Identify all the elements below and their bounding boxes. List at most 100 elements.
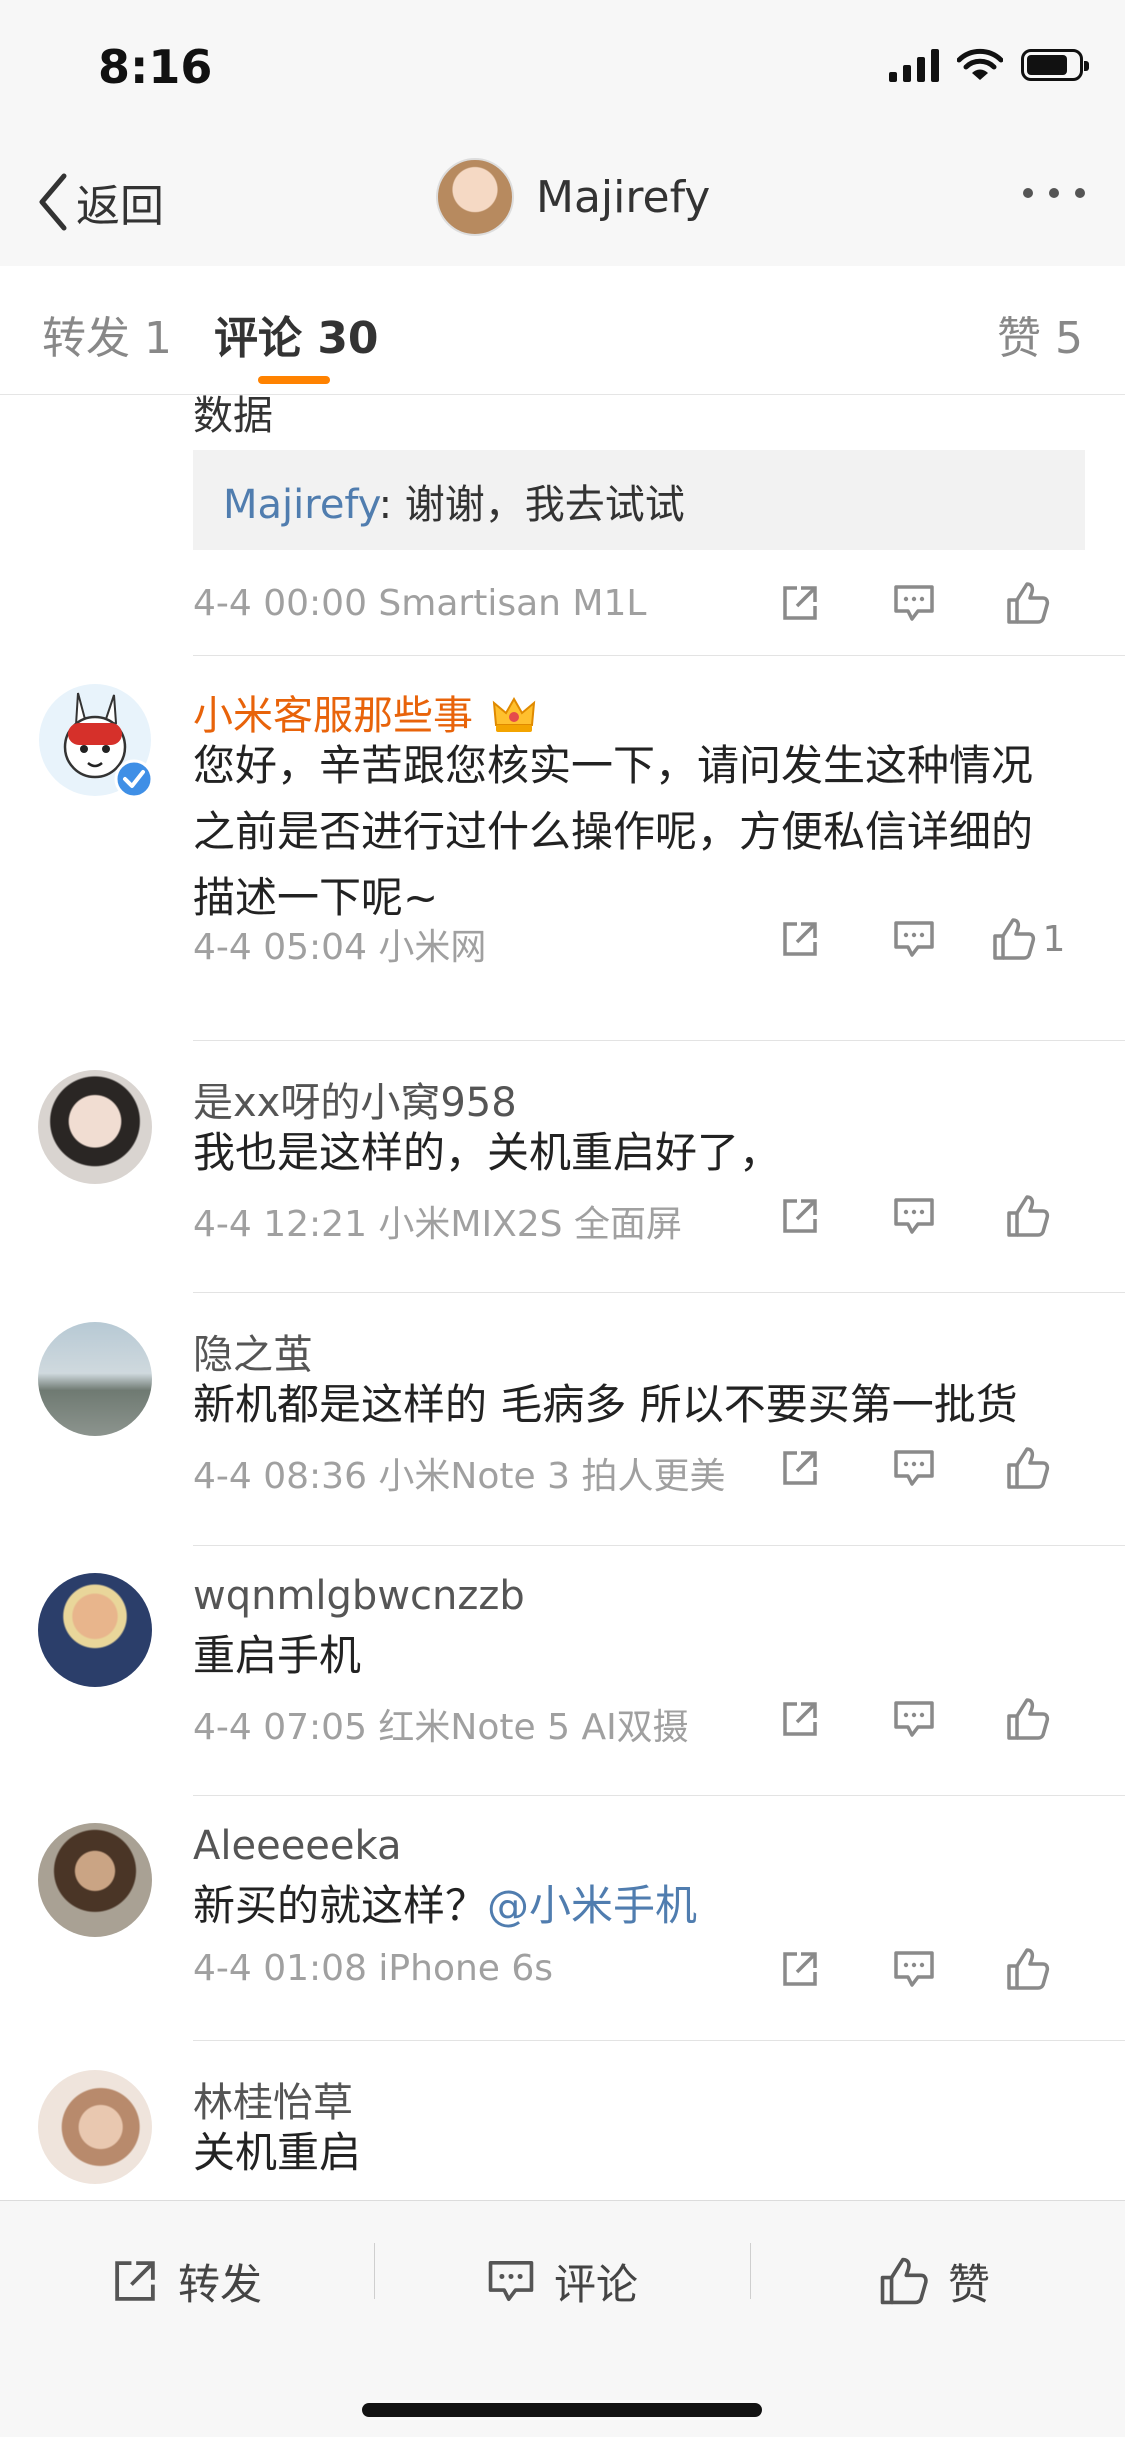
comment-meta: 4-4 07:05 红米Note 5 AI双摄 bbox=[193, 1707, 689, 1748]
comment-actions bbox=[743, 577, 1085, 629]
like-button[interactable]: 1 bbox=[971, 913, 1085, 965]
divider bbox=[193, 1795, 1125, 1796]
share-icon bbox=[783, 586, 817, 620]
repost-button[interactable] bbox=[743, 577, 857, 629]
cellular-signal-icon bbox=[889, 48, 939, 82]
home-indicator[interactable] bbox=[362, 2403, 762, 2417]
like-button[interactable]: 赞 bbox=[878, 2241, 990, 2321]
chevron-left-icon bbox=[39, 173, 67, 231]
comment-meta: 4-4 08:36 小米Note 3 拍人更美 bbox=[193, 1456, 726, 1497]
comment-actions bbox=[743, 1943, 1085, 1995]
repost-button[interactable] bbox=[743, 1190, 857, 1242]
page-title: Majirefy bbox=[536, 171, 711, 223]
bottom-action-bar: 转发 评论 赞 bbox=[0, 2200, 1125, 2437]
avatar[interactable] bbox=[38, 2070, 152, 2184]
repost-button[interactable] bbox=[743, 1943, 857, 1995]
divider bbox=[750, 2243, 751, 2299]
like-button[interactable] bbox=[971, 1943, 1085, 1995]
comment-text: 您好，辛苦跟您核实一下，请问发生这种情况之前是否进行过什么操作呢，方便私信详细的… bbox=[193, 741, 1034, 922]
tab-comments[interactable]: 评论 30 bbox=[214, 302, 379, 366]
like-button[interactable] bbox=[971, 1190, 1085, 1242]
reply-quote[interactable]: Majirefy: 谢谢，我去试试 bbox=[193, 450, 1085, 550]
comment-icon bbox=[894, 921, 934, 957]
comment-meta: 4-4 12:21 小米MIX2S 全面屏 bbox=[193, 1204, 682, 1245]
comment-icon bbox=[894, 1951, 934, 1987]
comment-icon bbox=[894, 585, 934, 621]
comment-text-partial: 数据 bbox=[193, 395, 273, 439]
avatar[interactable] bbox=[38, 1823, 152, 1937]
comment-text: 关机重启 bbox=[193, 2128, 362, 2177]
comment-actions bbox=[743, 1190, 1085, 1242]
comment-meta: 4-4 00:00 Smartisan M1L bbox=[193, 583, 647, 624]
reply-button[interactable] bbox=[857, 577, 971, 629]
thumbs-up-icon bbox=[1007, 1195, 1050, 1237]
repost-button[interactable] bbox=[743, 1693, 857, 1745]
reply-button[interactable] bbox=[857, 913, 971, 965]
repost-button[interactable] bbox=[743, 913, 857, 965]
repost-label: 转发 bbox=[178, 2259, 263, 2309]
nav-user[interactable]: Majirefy bbox=[436, 158, 710, 236]
share-icon bbox=[783, 1702, 817, 1736]
divider bbox=[374, 2243, 375, 2299]
reply-author[interactable]: Majirefy bbox=[223, 482, 379, 528]
like-button[interactable] bbox=[971, 1693, 1085, 1745]
nav-bar: 返回 Majirefy bbox=[0, 140, 1125, 267]
share-icon bbox=[115, 2261, 155, 2301]
comment-author[interactable]: wqnmlgbwcnzzb bbox=[193, 1573, 525, 1619]
tab-reposts[interactable]: 转发 1 bbox=[42, 302, 172, 366]
repost-button[interactable] bbox=[743, 1442, 857, 1494]
comment-meta: 4-4 05:04 小米网 bbox=[193, 927, 487, 968]
comment-meta: 4-4 01:08 iPhone 6s bbox=[193, 1948, 554, 1989]
comment-author[interactable]: Aleeeeeka bbox=[193, 1823, 402, 1869]
comment-button[interactable]: 评论 bbox=[486, 2241, 638, 2321]
like-label: 赞 bbox=[948, 2259, 991, 2309]
thumbs-up-icon bbox=[1007, 1948, 1050, 1990]
like-button[interactable] bbox=[971, 1442, 1085, 1494]
comment-icon bbox=[488, 2261, 534, 2302]
divider bbox=[193, 1292, 1125, 1293]
share-icon bbox=[783, 1952, 817, 1986]
status-bar: 8:16 bbox=[0, 0, 1125, 140]
mention-link[interactable]: @小米手机 bbox=[487, 1881, 697, 1930]
verified-badge-icon bbox=[114, 759, 154, 799]
repost-button[interactable]: 转发 bbox=[110, 2241, 262, 2321]
comment-text: 重启手机 bbox=[193, 1631, 362, 1680]
share-icon bbox=[783, 1199, 817, 1233]
comment-actions: 1 bbox=[743, 913, 1085, 965]
reply-button[interactable] bbox=[857, 1190, 971, 1242]
divider bbox=[193, 1040, 1125, 1041]
like-button[interactable] bbox=[971, 577, 1085, 629]
divider bbox=[193, 1545, 1125, 1546]
reply-button[interactable] bbox=[857, 1693, 971, 1745]
comment-text: 新买的就这样？@小米手机 bbox=[193, 1873, 1073, 1939]
back-button[interactable]: 返回 bbox=[36, 170, 164, 234]
avatar[interactable] bbox=[38, 1070, 152, 1184]
reply-button[interactable] bbox=[857, 1943, 971, 1995]
crown-badge-icon bbox=[492, 696, 535, 732]
status-time: 8:16 bbox=[98, 40, 213, 94]
comment-icon bbox=[894, 1701, 934, 1737]
tab-likes[interactable]: 赞 5 bbox=[997, 302, 1083, 366]
reply-text: : 谢谢，我去试试 bbox=[378, 482, 685, 528]
comment-actions bbox=[743, 1693, 1085, 1745]
avatar[interactable] bbox=[38, 1573, 152, 1687]
battery-icon bbox=[1021, 49, 1089, 81]
avatar[interactable] bbox=[436, 158, 514, 236]
share-icon bbox=[783, 1451, 817, 1485]
reply-button[interactable] bbox=[857, 1442, 971, 1494]
more-icon[interactable] bbox=[1023, 188, 1085, 198]
active-tab-indicator bbox=[258, 376, 330, 384]
thumbs-up-icon bbox=[880, 2257, 928, 2305]
divider bbox=[193, 655, 1125, 656]
status-icons bbox=[889, 48, 1089, 82]
comment-label: 评论 bbox=[554, 2259, 639, 2309]
comment-icon bbox=[894, 1198, 934, 1234]
comment-text: 我也是这样的，关机重启好了， bbox=[193, 1128, 782, 1177]
comment-icon bbox=[894, 1450, 934, 1486]
back-label: 返回 bbox=[76, 181, 164, 232]
avatar[interactable] bbox=[38, 1322, 152, 1436]
comment-list[interactable]: 数据 Majirefy: 谢谢，我去试试 4-4 00:00 Smartisan… bbox=[0, 395, 1125, 2200]
thumbs-up-icon bbox=[992, 918, 1035, 960]
comment-text-body: 新买的就这样？ bbox=[193, 1881, 488, 1930]
comment-text: 新机都是这样的 毛病多 所以不要买第一批货 bbox=[193, 1380, 1018, 1429]
